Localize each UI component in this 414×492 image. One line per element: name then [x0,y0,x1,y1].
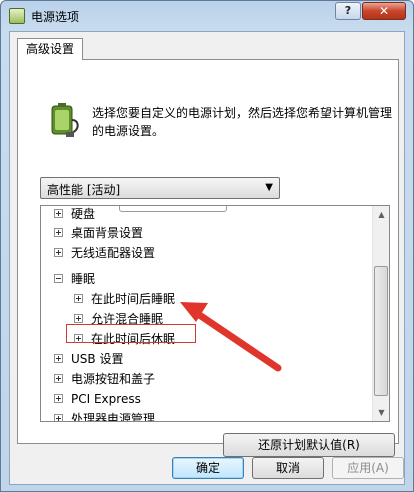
scroll-thumb[interactable] [374,266,388,396]
help-button[interactable]: ? [335,2,361,20]
annotation-highlight-box [66,324,196,343]
settings-tree[interactable]: 硬盘 桌面背景设置 无线适配器设置 睡眠 在此时间后睡眠 允许混合睡眠 在此时间… [40,205,390,422]
tree-item-label: 硬盘 [71,207,96,221]
scroll-up-icon[interactable]: ▲ [373,206,389,223]
power-options-icon [9,8,25,24]
power-options-window: 电源选项 ? ✕ 高级设置 选择您要自定义的电源计划，然后选择您希望计算机管理的… [0,0,414,492]
tree-item-sleep-after[interactable]: 在此时间后睡眠 [74,289,175,309]
expand-icon[interactable] [74,294,83,303]
tab-advanced-settings[interactable]: 高级设置 [17,38,83,60]
collapse-icon[interactable] [54,274,63,283]
expand-icon[interactable] [54,354,63,363]
tree-item-label: PCI Express [71,392,141,406]
expand-icon[interactable] [54,414,63,421]
tree-item-label: 在此时间后睡眠 [91,292,176,306]
tree-item-label: 桌面背景设置 [71,226,144,240]
expand-icon[interactable] [54,228,63,237]
tree-item-sleep[interactable]: 睡眠 [54,269,95,289]
apply-button[interactable]: 应用(A) [332,457,404,479]
cancel-button[interactable]: 取消 [252,457,324,479]
chevron-down-icon: ▼ [265,182,273,193]
plan-description: 选择您要自定义的电源计划，然后选择您希望计算机管理的电源设置。 [92,106,393,138]
tree-item-label: USB 设置 [71,352,124,366]
tree-item-usb-settings[interactable]: USB 设置 [54,349,123,369]
tree-scrollbar[interactable]: ▲ ▼ [372,206,389,421]
power-plan-dropdown[interactable]: 高性能 [活动] ▼ [40,177,280,199]
expand-icon[interactable] [54,248,63,257]
window-title: 电源选项 [31,10,80,24]
expand-icon[interactable] [54,209,63,218]
title-bar[interactable]: 电源选项 ? ✕ [1,1,413,31]
scroll-down-icon[interactable]: ▼ [373,404,389,421]
battery-plug-icon [51,103,79,137]
dialog-client-area: 高级设置 选择您要自定义的电源计划，然后选择您希望计算机管理的电源设置。 高性能… [9,31,405,485]
tree-item-desktop-background[interactable]: 桌面背景设置 [54,223,143,243]
expand-icon[interactable] [74,314,83,323]
expand-icon[interactable] [54,394,63,403]
restore-defaults-button[interactable]: 还原计划默认值(R) [223,433,395,457]
tree-tooltip-stub [119,206,227,212]
tree-item-wireless-adapter[interactable]: 无线适配器设置 [54,243,155,263]
tree-item-label: 睡眠 [71,272,96,286]
tree-item-processor-power[interactable]: 处理器电源管理 [54,409,156,422]
close-button[interactable]: ✕ [362,2,406,20]
tree-item-hard-disk[interactable]: 硬盘 [54,206,96,224]
tree-item-label: 电源按钮和盖子 [71,372,156,386]
tree-item-label: 处理器电源管理 [71,412,156,422]
ok-button[interactable]: 确定 [172,457,244,479]
tree-item-label: 无线适配器设置 [71,246,156,260]
power-plan-value: 高性能 [活动] [47,183,121,197]
expand-icon[interactable] [54,374,63,383]
tree-item-pci-express[interactable]: PCI Express [54,389,141,409]
advanced-settings-panel: 选择您要自定义的电源计划，然后选择您希望计算机管理的电源设置。 高性能 [活动]… [17,59,399,457]
tree-item-power-buttons-lid[interactable]: 电源按钮和盖子 [54,369,155,389]
